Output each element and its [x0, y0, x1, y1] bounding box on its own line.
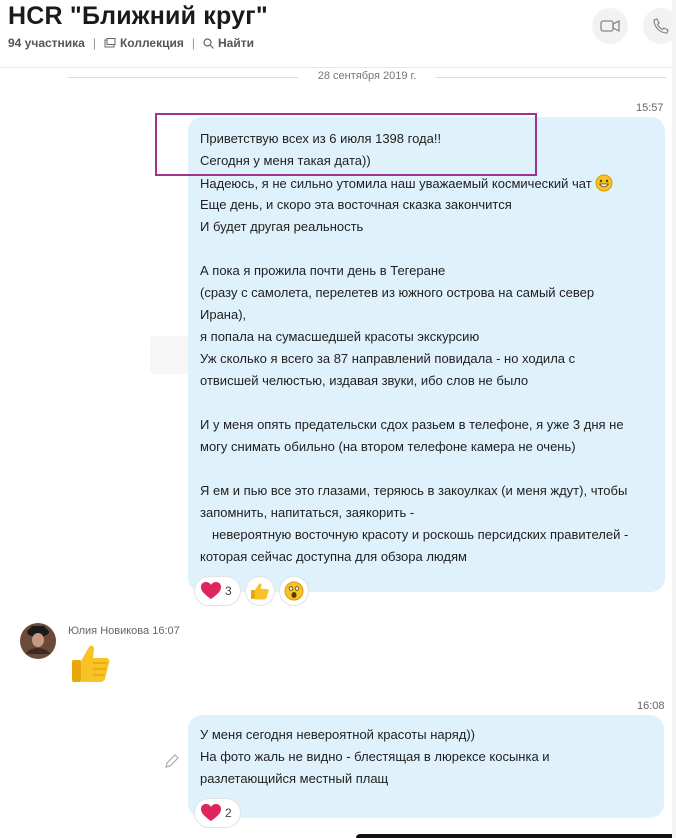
chat-meta: 94 участника | Коллекция | Найти	[8, 36, 254, 50]
reaction-heart[interactable]: 3	[194, 576, 241, 606]
message-time: 16:08	[637, 700, 665, 712]
find-link[interactable]: Найти	[203, 36, 254, 50]
date-separator-text: 28 сентября 2019 г.	[68, 70, 666, 82]
video-call-button[interactable]	[592, 8, 628, 44]
collection-label: Коллекция	[119, 36, 184, 50]
heart-icon	[201, 804, 221, 821]
thumbs-up-icon	[72, 645, 110, 682]
message-line: А пока я прожила почти день в Тегеране	[200, 263, 446, 278]
message-line: запомнить, напитаться, заякорить -	[200, 505, 415, 520]
image-preview-edge[interactable]	[356, 834, 676, 838]
grinning-face-icon	[595, 174, 613, 192]
thumbs-up-icon	[250, 583, 269, 600]
message-hover-area	[150, 336, 188, 374]
message-line: я попала на сумасшедшей красоты экскурси…	[200, 329, 480, 344]
surprised-face-icon	[284, 581, 304, 601]
scrollbar[interactable]	[672, 0, 676, 838]
message-line: У меня сегодня невероятной красоты наряд…	[200, 727, 475, 742]
message-bubble[interactable]: У меня сегодня невероятной красоты наряд…	[188, 715, 664, 818]
header-divider	[0, 67, 676, 68]
pencil-icon	[165, 754, 179, 768]
message-line: Надеюсь, я не сильно утомила наш уважаем…	[200, 174, 613, 193]
reaction-thumbs-up[interactable]	[244, 576, 275, 606]
collection-icon	[104, 38, 116, 48]
heart-icon	[201, 582, 221, 599]
message-line: Уж сколько я всего за 87 направлений пов…	[200, 351, 576, 366]
message-line: Ирана),	[200, 307, 247, 322]
chat-header: HCR "Ближний круг" 94 участника | Коллек…	[0, 0, 676, 66]
chat-title: HCR "Ближний круг"	[8, 2, 268, 30]
find-label: Найти	[218, 36, 254, 50]
phone-icon	[653, 18, 669, 34]
reaction-heart[interactable]: 2	[194, 798, 241, 828]
thumbs-up-emoticon[interactable]	[70, 642, 112, 686]
edit-message-button[interactable]	[164, 753, 180, 769]
reaction-count: 2	[225, 806, 232, 820]
video-camera-icon	[600, 19, 620, 33]
meta-separator: |	[92, 36, 96, 50]
message-line: невероятную восточную красоту и роскошь …	[212, 527, 629, 542]
reaction-count: 3	[225, 584, 232, 598]
participants-count[interactable]: 94 участника	[8, 36, 85, 50]
message-time: 16:07	[152, 625, 180, 637]
sender-name: Юлия Новикова	[68, 625, 150, 637]
highlight-box	[155, 113, 537, 176]
collection-link[interactable]: Коллекция	[104, 36, 184, 50]
message-line: Еще день, и скоро эта восточная сказка з…	[200, 197, 512, 212]
search-icon	[203, 37, 214, 49]
message-line: И будет другая реальность	[200, 219, 364, 234]
date-separator: 28 сентября 2019 г.	[68, 70, 666, 86]
avatar[interactable]	[20, 620, 56, 660]
message-line: разлетающийся местный плащ	[200, 771, 389, 786]
message-line: Я ем и пью все это глазами, теряюсь в за…	[200, 483, 628, 498]
message-sender-line: Юлия Новикова 16:07	[68, 625, 180, 637]
message-line: (сразу с самолета, перелетев из южного о…	[200, 285, 595, 300]
message-line-text: Надеюсь, я не сильно утомила наш уважаем…	[200, 176, 592, 191]
message-line: отвисшей челюстью, издавая звуки, ибо сл…	[200, 373, 529, 388]
message-time: 15:57	[636, 102, 664, 114]
message-line: которая сейчас доступна для обзора людям	[200, 549, 467, 564]
reaction-surprised[interactable]	[278, 576, 309, 606]
meta-separator: |	[191, 36, 195, 50]
message-reactions: 3	[194, 576, 313, 606]
message-line: могу снимать обильно (на втором телефоне…	[200, 439, 576, 454]
message-bubble[interactable]: Приветствую всех из 6 июля 1398 года!! С…	[188, 117, 665, 592]
message-line: И у меня опять предательски сдох разьем …	[200, 417, 624, 432]
message-line: На фото жаль не видно - блестящая в люре…	[200, 749, 550, 764]
message-reactions: 2	[194, 798, 245, 828]
